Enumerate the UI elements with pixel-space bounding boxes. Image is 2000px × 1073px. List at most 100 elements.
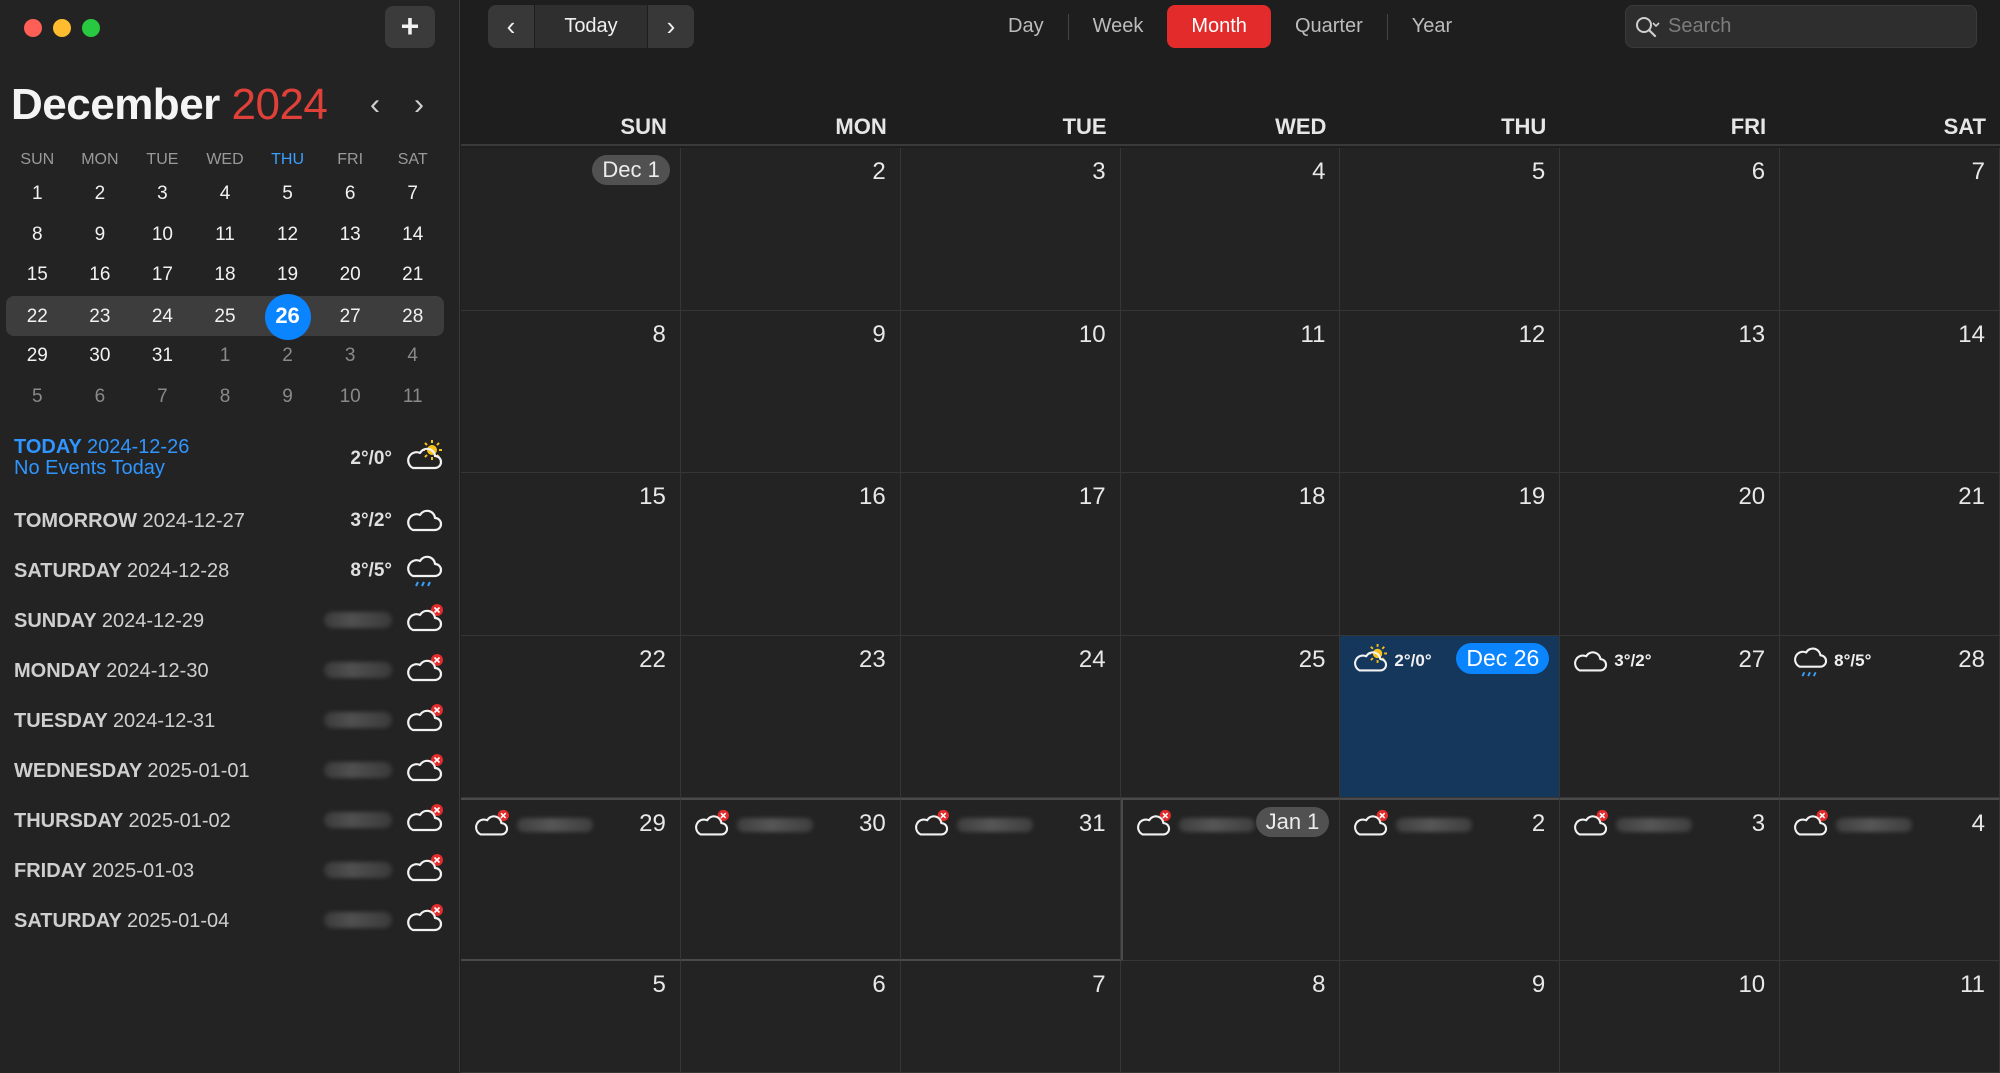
day-cell[interactable]: 31 <box>900 798 1121 961</box>
agenda-item[interactable]: TUESDAY 2024-12-31 <box>14 692 444 742</box>
mini-calendar-day[interactable]: 31 <box>131 336 194 376</box>
day-cell[interactable]: Dec 1 <box>461 148 681 311</box>
mini-calendar-day[interactable]: 10 <box>131 215 194 255</box>
mini-calendar-day[interactable]: 1 <box>6 174 69 214</box>
mini-calendar-day[interactable]: 18 <box>194 255 257 295</box>
mini-calendar-day[interactable]: 27 <box>319 297 382 337</box>
search-field[interactable] <box>1625 5 1977 48</box>
mini-calendar-day[interactable]: 11 <box>194 215 257 255</box>
day-cell[interactable]: 6 <box>680 960 901 1073</box>
mini-calendar-day[interactable]: 5 <box>256 174 319 214</box>
close-window-button[interactable] <box>24 19 42 37</box>
day-cell[interactable]: 24 <box>900 635 1121 798</box>
day-cell[interactable]: 23 <box>680 635 901 798</box>
day-cell[interactable]: 10 <box>1560 960 1781 1073</box>
day-cell[interactable]: 8 <box>1120 960 1341 1073</box>
day-cell[interactable]: 4 <box>1780 798 2000 961</box>
mini-calendar-day[interactable]: 25 <box>194 297 257 337</box>
chevron-right-icon[interactable]: › <box>404 88 434 122</box>
day-cell[interactable]: 13 <box>1560 310 1781 473</box>
minimize-window-button[interactable] <box>53 19 71 37</box>
day-cell[interactable]: 9 <box>1340 960 1561 1073</box>
agenda-item[interactable]: SATURDAY 2025-01-04 <box>14 892 444 942</box>
day-cell[interactable]: 11 <box>1120 310 1341 473</box>
agenda-item[interactable]: SATURDAY 2024-12-28 8°/5° <box>14 542 444 592</box>
mini-calendar-day[interactable]: 9 <box>69 215 132 255</box>
mini-calendar-day[interactable]: 8 <box>194 377 257 417</box>
mini-calendar-day[interactable]: 9 <box>256 377 319 417</box>
previous-period-button[interactable]: ‹ <box>488 5 534 48</box>
day-cell[interactable]: 8 <box>461 310 681 473</box>
mini-calendar-day[interactable]: 24 <box>131 297 194 337</box>
day-cell[interactable]: 17 <box>900 473 1121 636</box>
day-cell[interactable]: 7 <box>1780 148 2000 311</box>
agenda-item[interactable]: FRIDAY 2025-01-03 <box>14 842 444 892</box>
day-cell[interactable]: 2 <box>680 148 901 311</box>
day-cell[interactable]: 3 <box>1560 798 1781 961</box>
mini-calendar-day[interactable]: 15 <box>6 255 69 295</box>
day-cell[interactable]: 21 <box>1780 473 2000 636</box>
day-cell[interactable]: 15 <box>461 473 681 636</box>
day-cell[interactable]: 5 <box>1340 148 1561 311</box>
day-cell[interactable]: 20 <box>1560 473 1781 636</box>
mini-calendar-day[interactable]: 14 <box>381 215 444 255</box>
day-cell[interactable]: 3 <box>900 148 1121 311</box>
day-cell[interactable]: 4 <box>1120 148 1341 311</box>
mini-calendar-day[interactable]: 7 <box>381 174 444 214</box>
agenda-item[interactable]: MONDAY 2024-12-30 <box>14 642 444 692</box>
mini-calendar-day[interactable]: 8 <box>6 215 69 255</box>
day-cell[interactable]: 18 <box>1120 473 1341 636</box>
day-cell[interactable]: 5 <box>461 960 681 1073</box>
day-cell-today[interactable]: Dec 26 2°/0° <box>1340 635 1561 798</box>
mini-calendar-day[interactable]: 6 <box>319 174 382 214</box>
day-cell[interactable]: 10 <box>900 310 1121 473</box>
mini-calendar-day[interactable]: 7 <box>131 377 194 417</box>
zoom-window-button[interactable] <box>82 19 100 37</box>
mini-calendar-day[interactable]: 20 <box>319 255 382 295</box>
mini-calendar-day[interactable]: 5 <box>6 377 69 417</box>
mini-calendar-day[interactable]: 1 <box>194 336 257 376</box>
day-cell[interactable]: 2 <box>1340 798 1561 961</box>
day-cell[interactable]: 19 <box>1340 473 1561 636</box>
mini-calendar-day[interactable]: 3 <box>319 336 382 376</box>
view-day-button[interactable]: Day <box>984 5 1068 48</box>
day-cell[interactable]: 27 3°/2° <box>1560 635 1781 798</box>
day-cell[interactable]: 16 <box>680 473 901 636</box>
view-month-button[interactable]: Month <box>1167 5 1271 48</box>
agenda-item[interactable]: TOMORROW 2024-12-27 3°/2° <box>14 492 444 542</box>
mini-calendar-today[interactable]: 26 <box>256 293 319 340</box>
day-cell[interactable]: 7 <box>900 960 1121 1073</box>
day-cell[interactable]: 22 <box>461 635 681 798</box>
mini-calendar-day[interactable]: 19 <box>256 255 319 295</box>
today-button[interactable]: Today <box>534 5 648 48</box>
mini-calendar-day[interactable]: 4 <box>381 336 444 376</box>
day-cell[interactable]: 9 <box>680 310 901 473</box>
mini-calendar-day[interactable]: 2 <box>69 174 132 214</box>
day-cell[interactable]: 29 <box>461 798 681 961</box>
view-quarter-button[interactable]: Quarter <box>1271 5 1387 48</box>
view-year-button[interactable]: Year <box>1388 5 1476 48</box>
mini-calendar-day[interactable]: 23 <box>69 297 132 337</box>
mini-calendar-day[interactable]: 17 <box>131 255 194 295</box>
mini-calendar-day[interactable]: 13 <box>319 215 382 255</box>
chevron-left-icon[interactable]: ‹ <box>360 88 390 122</box>
agenda-item[interactable]: WEDNESDAY 2025-01-01 <box>14 742 444 792</box>
mini-calendar-day[interactable]: 2 <box>256 336 319 376</box>
day-cell[interactable]: 25 <box>1120 635 1341 798</box>
mini-calendar-day[interactable]: 6 <box>69 377 132 417</box>
mini-calendar-day[interactable]: 30 <box>69 336 132 376</box>
mini-calendar-day[interactable]: 21 <box>381 255 444 295</box>
mini-calendar-day[interactable]: 28 <box>381 297 444 337</box>
add-event-button[interactable]: + <box>385 6 435 48</box>
day-cell[interactable]: Jan 1 <box>1120 798 1341 961</box>
agenda-item[interactable]: TODAY 2024-12-26 No Events Today 2°/0° <box>14 430 444 492</box>
mini-calendar-day[interactable]: 12 <box>256 215 319 255</box>
mini-calendar-day[interactable]: 22 <box>6 297 69 337</box>
view-week-button[interactable]: Week <box>1069 5 1168 48</box>
mini-calendar-day[interactable]: 10 <box>319 377 382 417</box>
day-cell[interactable]: 11 <box>1780 960 2000 1073</box>
mini-calendar-day[interactable]: 11 <box>381 377 444 417</box>
day-cell[interactable]: 6 <box>1560 148 1781 311</box>
agenda-item[interactable]: SUNDAY 2024-12-29 <box>14 592 444 642</box>
mini-calendar-day[interactable]: 29 <box>6 336 69 376</box>
